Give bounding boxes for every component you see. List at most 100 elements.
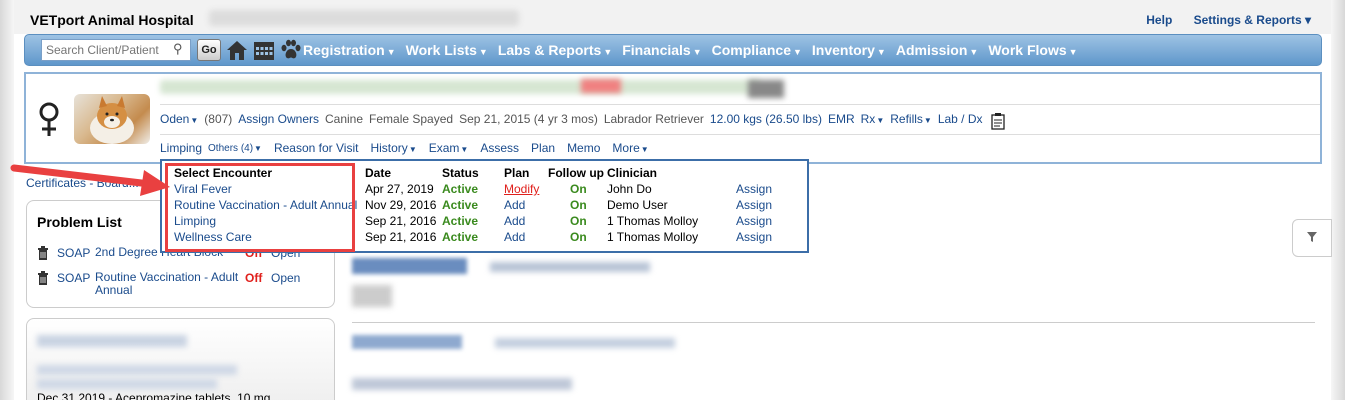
problem-row: SOAP Routine Vaccination - Adult Annual … xyxy=(37,271,300,297)
blurred-links xyxy=(352,378,572,390)
patient-info-row: Oden▼ (807) Assign Owners Canine Female … xyxy=(160,112,1007,133)
blurred-content xyxy=(352,285,392,307)
help-link[interactable]: Help xyxy=(1146,13,1172,27)
trash-icon[interactable] xyxy=(37,271,57,297)
main-menu: Registration ▼ Work Lists ▼ Labs & Reports… xyxy=(303,42,1088,58)
annotation-arrow-icon xyxy=(10,164,170,196)
refills-dropdown[interactable]: Refills▼ xyxy=(890,112,932,133)
patient-name-dropdown[interactable]: Oden▼ xyxy=(160,112,198,133)
problem-status[interactable]: Off xyxy=(245,271,267,297)
header-plan: Plan xyxy=(504,166,530,180)
home-icon[interactable] xyxy=(225,37,249,63)
soap-link[interactable]: SOAP xyxy=(57,246,95,263)
pet-photo[interactable] xyxy=(74,94,150,144)
blurred-card-title xyxy=(37,335,187,347)
top-links: Help Settings & Reports ▾ xyxy=(1128,13,1311,27)
problem-open[interactable]: Open xyxy=(271,271,300,297)
assign-link[interactable]: Assign xyxy=(736,214,772,228)
divider xyxy=(160,134,1320,135)
encounter-status: Active xyxy=(442,214,479,228)
patient-breed: Labrador Retriever xyxy=(603,112,704,126)
assign-link[interactable]: Assign xyxy=(736,182,772,196)
assign-link[interactable]: Assign xyxy=(736,198,772,212)
problem-list-title: Problem List xyxy=(37,214,122,230)
rx-dropdown[interactable]: Rx▼ xyxy=(861,112,885,133)
menu-inventory[interactable]: Inventory ▼ xyxy=(812,42,886,58)
encounter-status: Active xyxy=(442,230,479,244)
encounter-status: Active xyxy=(442,198,479,212)
plan-modify-link[interactable]: Modify xyxy=(504,182,539,196)
patient-weight[interactable]: 12.00 kgs (26.50 lbs) xyxy=(710,112,822,133)
calendar-icon[interactable] xyxy=(252,37,276,63)
right-shadow xyxy=(1331,0,1345,400)
menu-admission[interactable]: Admission ▼ xyxy=(896,42,979,58)
others-dropdown[interactable]: Others (4)▼ xyxy=(208,141,262,155)
clipboard-icon[interactable] xyxy=(989,112,1007,133)
follow-up-status[interactable]: On xyxy=(570,198,587,212)
trash-icon[interactable] xyxy=(37,246,57,263)
lab-dx-link[interactable]: Lab / Dx xyxy=(938,112,983,133)
menu-financials[interactable]: Financials ▼ xyxy=(622,42,701,58)
encounter-clinician: 1 Thomas Molloy xyxy=(607,214,699,228)
filter-button[interactable] xyxy=(1292,219,1332,257)
follow-up-status[interactable]: On xyxy=(570,182,587,196)
plan-add-link[interactable]: Add xyxy=(504,230,525,244)
female-icon xyxy=(36,100,62,138)
divider xyxy=(160,104,1320,105)
go-button[interactable]: Go xyxy=(197,39,221,61)
settings-reports-link[interactable]: Settings & Reports ▾ xyxy=(1194,13,1311,27)
follow-up-status[interactable]: On xyxy=(570,230,587,244)
encounter-date: Sep 21, 2016 xyxy=(365,230,437,244)
menu-work-lists[interactable]: Work Lists ▼ xyxy=(406,42,488,58)
tab-assess[interactable]: Assess xyxy=(480,141,519,155)
encounter-clinician: Demo User xyxy=(607,198,668,212)
encounter-status: Active xyxy=(442,182,479,196)
recommended-item[interactable]: Dec 31 2019 - Acepromazine tablets, 10 m… xyxy=(37,391,270,400)
assign-link[interactable]: Assign xyxy=(736,230,772,244)
blurred-heading xyxy=(352,335,462,349)
main-navbar: ⚲ Go Registration▼ Work Lists▼ Labs & Re… xyxy=(24,34,1322,66)
blurred-icons xyxy=(748,80,784,98)
tab-limping[interactable]: Limping xyxy=(160,141,202,155)
highlight-box xyxy=(165,163,355,252)
tab-plan[interactable]: Plan xyxy=(531,141,555,155)
patient-species: Canine xyxy=(325,112,364,126)
tab-history[interactable]: History▼ xyxy=(370,141,416,155)
header-follow-up: Follow up xyxy=(548,166,604,180)
soap-tabs: Limping Others (4)▼ Reason for Visit His… xyxy=(160,141,649,155)
plan-add-link[interactable]: Add xyxy=(504,214,525,228)
problem-name[interactable]: Routine Vaccination - Adult Annual xyxy=(95,271,245,297)
blurred-user-info xyxy=(209,10,519,26)
blurred-owner-info xyxy=(160,80,760,94)
encounter-date: Apr 27, 2019 xyxy=(365,182,434,196)
emr-link[interactable]: EMR xyxy=(828,112,855,133)
patient-id: (807) xyxy=(204,112,233,126)
left-shadow xyxy=(0,0,14,400)
search-icon[interactable]: ⚲ xyxy=(173,41,183,57)
blurred-item xyxy=(37,365,237,375)
filter-icon xyxy=(1306,231,1318,246)
menu-work-flows[interactable]: Work Flows ▼ xyxy=(988,42,1077,58)
assign-owners-link[interactable]: Assign Owners xyxy=(238,112,319,133)
encounter-date: Sep 21, 2016 xyxy=(365,214,437,228)
tab-memo[interactable]: Memo xyxy=(567,141,600,155)
soap-link[interactable]: SOAP xyxy=(57,271,95,297)
app-window: VETport Animal Hospital Help Settings & … xyxy=(0,0,1345,400)
nav-icon-group xyxy=(225,37,303,63)
tab-more[interactable]: More▼ xyxy=(612,141,648,155)
header-date: Date xyxy=(365,166,392,180)
tab-reason-for-visit[interactable]: Reason for Visit xyxy=(274,141,359,155)
patient-dob: Sep 21, 2015 (4 yr 3 mos) xyxy=(459,112,598,126)
blurred-meta xyxy=(495,338,675,348)
menu-labs-reports[interactable]: Labs & Reports ▼ xyxy=(498,42,612,58)
plan-add-link[interactable]: Add xyxy=(504,198,525,212)
search-input[interactable] xyxy=(41,39,191,61)
divider xyxy=(352,322,1315,323)
follow-up-status[interactable]: On xyxy=(570,214,587,228)
header-status: Status xyxy=(442,166,479,180)
menu-registration[interactable]: Registration ▼ xyxy=(303,42,396,58)
paw-icon[interactable] xyxy=(279,37,303,63)
menu-compliance[interactable]: Compliance ▼ xyxy=(712,42,802,58)
blurred-item xyxy=(37,379,217,389)
tab-exam[interactable]: Exam▼ xyxy=(429,141,469,155)
